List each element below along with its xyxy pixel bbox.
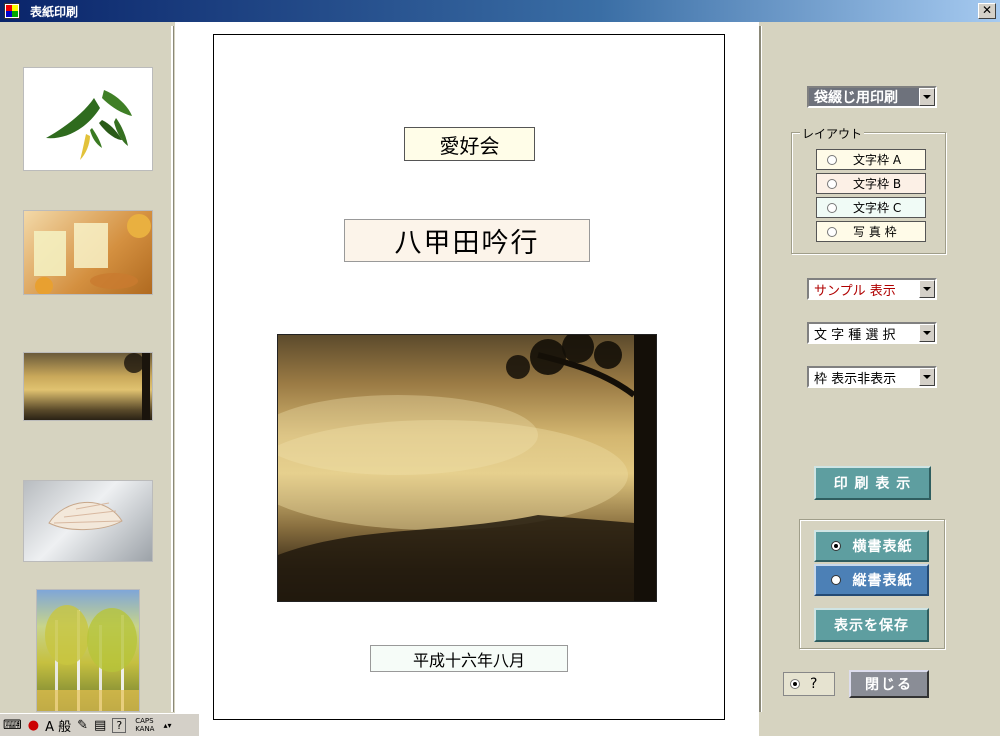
- sample-display-select[interactable]: サンプル 表示: [807, 278, 937, 300]
- caps-kana-indicator: CAPS KANA: [132, 717, 157, 733]
- layout-option-c[interactable]: 文字枠 C: [816, 197, 926, 218]
- mist-image: [124, 353, 150, 420]
- print-preview-button[interactable]: 印 刷 表 示: [814, 466, 931, 500]
- ime-toolbar: ⌨ ● A 般 ✎ ▤ ? CAPS KANA ▴▾: [0, 713, 199, 736]
- thumbnail-shell[interactable]: [23, 480, 153, 562]
- char-type-select[interactable]: 文 字 種 選 択: [807, 322, 937, 344]
- close-button[interactable]: 閉じる: [849, 670, 929, 698]
- group-name-box[interactable]: 愛好会: [404, 127, 535, 161]
- radio-icon: [827, 202, 837, 213]
- layout-option-a[interactable]: 文字枠 A: [816, 149, 926, 170]
- radio-icon: [827, 154, 837, 165]
- layout-option-label: 写 真 枠: [853, 225, 897, 239]
- control-panel: 袋綴じ用印刷 レイアウト 文字枠 A 文字枠 B 文字枠 C 写 真 枠 サンプ…: [763, 22, 1000, 736]
- thumbnail-drinks[interactable]: [23, 210, 153, 295]
- print-mode-value: 袋綴じ用印刷: [814, 90, 898, 106]
- print-mode-select[interactable]: 袋綴じ用印刷: [807, 86, 937, 108]
- help-toggle[interactable]: ?: [783, 672, 835, 696]
- chevron-updown-icon[interactable]: ▴▾: [163, 721, 171, 730]
- layout-option-b[interactable]: 文字枠 B: [816, 173, 926, 194]
- chevron-down-icon[interactable]: [919, 368, 935, 386]
- sample-display-value: サンプル 表示: [814, 283, 896, 299]
- radio-selected-icon: [790, 679, 800, 689]
- vertical-cover-label: 縦書表紙: [852, 573, 913, 589]
- thumbnail-trees[interactable]: [36, 589, 140, 712]
- window-title: 表紙印刷: [30, 4, 79, 19]
- app-icon[interactable]: [4, 3, 20, 19]
- help-icon[interactable]: ?: [112, 717, 127, 733]
- cover-title-box[interactable]: 八甲田吟行: [344, 219, 590, 262]
- pepper-image: [46, 90, 132, 160]
- frame-display-select[interactable]: 枠 表示非表示: [807, 366, 937, 388]
- help-label: ?: [810, 676, 818, 692]
- left-divider[interactable]: [171, 26, 174, 712]
- layout-group: レイアウト 文字枠 A 文字枠 B 文字枠 C 写 真 枠: [791, 125, 946, 254]
- cover-photo[interactable]: [277, 334, 657, 602]
- ime-ball-icon[interactable]: ●: [28, 718, 39, 733]
- thumbnail-panel: [0, 22, 172, 712]
- title-bar: 表紙印刷 ✕: [0, 0, 1000, 22]
- layout-option-label: 文字枠 A: [853, 153, 902, 167]
- save-display-button[interactable]: 表示を保存: [814, 608, 929, 642]
- radio-selected-icon: [830, 541, 841, 551]
- thumbnail-mist[interactable]: [23, 352, 153, 421]
- layout-option-label: 文字枠 C: [853, 201, 902, 215]
- right-divider[interactable]: [759, 26, 762, 712]
- chevron-down-icon[interactable]: [919, 324, 935, 342]
- frame-display-value: 枠 表示非表示: [814, 371, 897, 387]
- date-box[interactable]: 平成十六年八月: [370, 645, 568, 672]
- drinks-image: [34, 214, 151, 294]
- close-window-button[interactable]: ✕: [978, 3, 996, 19]
- brush-icon[interactable]: ✎: [77, 718, 88, 733]
- layout-option-label: 文字枠 B: [853, 177, 902, 191]
- cover-page: 愛好会 八甲田吟行 平成十六年八月: [213, 34, 725, 720]
- radio-icon: [827, 226, 837, 237]
- char-type-value: 文 字 種 選 択: [814, 327, 896, 343]
- input-mode-indicator[interactable]: A 般: [45, 716, 71, 735]
- dictionary-icon[interactable]: ▤: [94, 718, 106, 733]
- horizontal-cover-button[interactable]: 横書表紙: [814, 530, 929, 562]
- mist-landscape-image: [278, 335, 656, 601]
- trees-image: [37, 605, 139, 711]
- shell-image: [48, 501, 123, 531]
- caps-indicator: CAPS: [135, 717, 154, 725]
- horizontal-cover-label: 横書表紙: [852, 539, 913, 555]
- chevron-down-icon[interactable]: [919, 88, 935, 106]
- layout-option-photo[interactable]: 写 真 枠: [816, 221, 926, 242]
- layout-legend: レイアウト: [800, 125, 865, 142]
- keyboard-icon[interactable]: ⌨: [3, 718, 22, 733]
- orientation-group: 横書表紙 縦書表紙 表示を保存: [799, 519, 945, 649]
- vertical-cover-button[interactable]: 縦書表紙: [814, 564, 929, 596]
- radio-icon: [827, 178, 837, 189]
- kana-indicator: KANA: [135, 725, 155, 733]
- chevron-down-icon[interactable]: [919, 280, 935, 298]
- thumbnail-peppers[interactable]: [23, 67, 153, 171]
- radio-icon: [830, 575, 841, 585]
